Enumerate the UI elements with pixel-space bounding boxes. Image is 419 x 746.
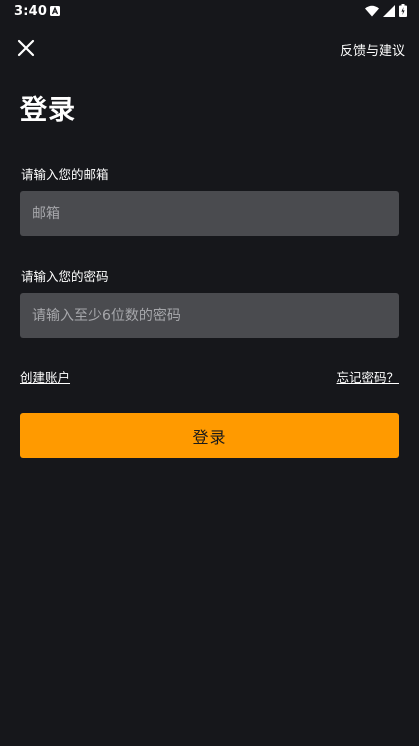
- password-label: 请输入您的密码: [21, 269, 109, 284]
- app-notification-icon: [50, 6, 60, 16]
- signal-icon: [383, 4, 395, 17]
- password-field[interactable]: [20, 293, 399, 338]
- email-label: 请输入您的邮箱: [21, 167, 109, 182]
- page-title: 登录: [20, 95, 76, 126]
- feedback-link[interactable]: 反馈与建议: [340, 40, 405, 59]
- create-account-link[interactable]: 创建账户: [20, 367, 70, 386]
- status-icons: [365, 4, 407, 17]
- wifi-icon: [365, 5, 379, 16]
- login-button[interactable]: 登录: [20, 413, 399, 458]
- status-bar: 3:40: [0, 0, 419, 24]
- battery-icon: [399, 4, 407, 17]
- email-field[interactable]: [20, 191, 399, 236]
- status-time: 3:40: [14, 4, 48, 19]
- close-icon[interactable]: [16, 38, 36, 58]
- forgot-password-link[interactable]: 忘记密码？: [336, 367, 399, 386]
- top-bar: 反馈与建议: [0, 28, 419, 68]
